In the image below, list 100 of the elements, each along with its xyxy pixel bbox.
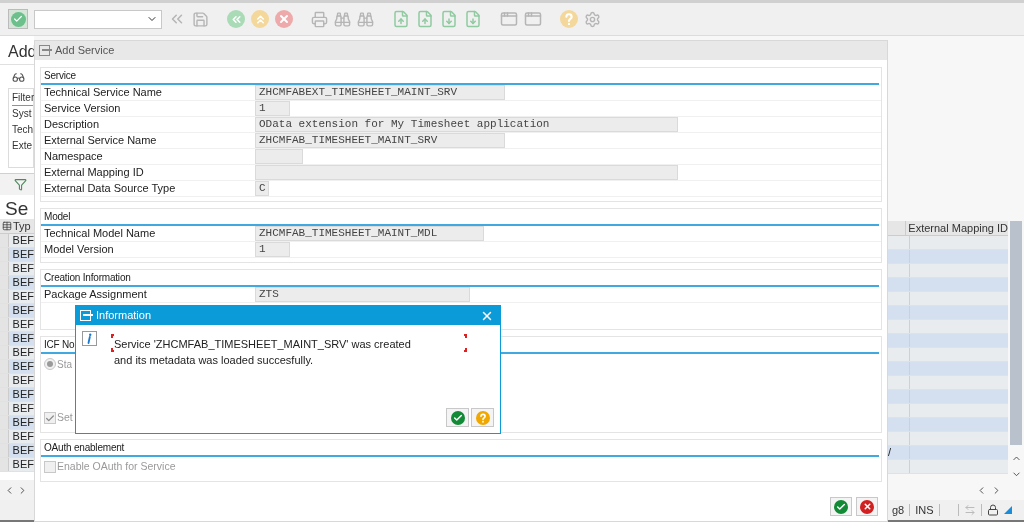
up-icon[interactable] [251,10,269,28]
input-field[interactable]: 1 [255,101,290,116]
column-header[interactable]: External Mapping ID [906,221,1008,235]
help-icon[interactable] [475,410,490,425]
glasses-icon[interactable] [12,71,25,84]
section-title: Service [44,69,76,83]
window-icon[interactable] [500,10,518,28]
section-title: OAuth enablement [44,441,125,455]
focus-corner [111,334,114,338]
save-icon[interactable] [192,10,209,28]
help-button[interactable] [471,408,494,427]
help-icon[interactable] [560,10,578,28]
input-field[interactable]: ZHCMFAB_TIMESHEET_MAINT_MDL [255,226,484,241]
check-icon[interactable] [450,410,465,425]
field-label: Service Version [43,101,122,117]
confirm-button[interactable] [446,408,469,427]
radio-label: Sta [57,357,72,372]
filter-icon[interactable] [14,178,27,191]
settings-icon[interactable] [584,10,601,28]
input-field[interactable]: C [255,181,269,196]
section-title: ICF No [44,338,75,352]
row-selector[interactable] [0,248,9,261]
window-menu-icon[interactable] [80,310,93,321]
row-selector[interactable] [0,360,9,373]
resize-grip-icon[interactable] [1003,506,1012,514]
row-selector[interactable] [0,402,9,415]
scrollbar[interactable] [1010,221,1022,445]
row-selector[interactable] [0,388,9,401]
message-text: Service 'ZHCMFAB_TIMESHEET_MAINT_SRV' was created [114,337,412,352]
field-label: Description [43,117,101,133]
row-selector[interactable] [0,290,9,303]
field-label: External Service Name [43,133,158,149]
checkbox-label: Set [57,410,73,426]
input-field[interactable]: ZTS [255,287,470,302]
table-cell: BEF [8,402,34,415]
table-cell: BEF [8,430,34,443]
page-up-icon[interactable] [392,10,410,28]
check-icon[interactable] [834,499,848,514]
swap-icon[interactable] [963,504,976,516]
table-cell: BEF [8,388,34,401]
field-label: Technical Service Name [43,85,163,101]
page-up-icon[interactable] [416,10,434,28]
row-selector[interactable] [0,374,9,387]
table-cell: BEF [8,304,34,317]
row-selector[interactable] [0,458,9,471]
row-selector[interactable] [0,318,9,331]
table-cell: BEF [8,234,34,247]
input-field[interactable]: OData extension for My Timesheet application [255,117,678,132]
table-cell: BEF [8,318,34,331]
row-selector[interactable] [0,430,9,443]
dialog-title: Add Service [55,43,115,59]
table-cell: BEF [8,360,34,373]
field-label: Tech [12,123,33,137]
row-selector[interactable] [0,416,9,429]
focus-corner [464,334,467,338]
close-icon[interactable] [860,499,874,514]
table-settings-icon[interactable] [2,221,12,231]
row-selector[interactable] [0,276,9,289]
input-field[interactable]: ZHCMFABEXT_TIMESHEET_MAINT_SRV [255,85,505,100]
table-cell: BEF [8,458,34,471]
table-cell: BEF [8,290,34,303]
field-label: Syst [12,107,33,121]
field-label: External Data Source Type [43,181,177,197]
section-title: Creation Information [44,271,131,285]
cancel-icon[interactable] [275,10,293,28]
column-header[interactable]: Typ [13,219,31,235]
input-field[interactable] [255,149,303,164]
focus-corner [111,348,114,352]
table-cell: BEF [8,444,34,457]
row-selector[interactable] [0,346,9,359]
field-label: Model Version [43,242,115,258]
info-icon [82,331,97,346]
row-selector[interactable] [0,304,9,317]
lock-icon[interactable] [986,504,999,516]
command-field[interactable] [34,9,162,29]
row-selector[interactable] [0,262,9,275]
field-label: Technical Model Name [43,226,157,242]
checkbox-label: Enable OAuth for Service [57,459,176,475]
confirm-button[interactable] [830,497,852,516]
row-selector[interactable] [0,444,9,457]
row-selector[interactable] [0,332,9,345]
window-icon[interactable] [524,10,542,28]
input-field[interactable]: ZHCMFAB_TIMESHEET_MAINT_SRV [255,133,505,148]
status-mode: INS [915,502,934,518]
status-session: g8 [892,502,905,518]
cancel-button[interactable] [856,497,878,516]
input-field[interactable]: 1 [255,242,290,257]
table-cell: BEF [8,332,34,345]
window-menu-icon[interactable] [39,45,52,56]
input-field[interactable] [255,165,678,180]
table-title: Se [5,198,29,219]
table-cell: BEF [8,262,34,275]
binoculars-icon[interactable] [334,10,351,28]
table-cell: BEF [8,248,34,261]
focus-corner [464,348,467,352]
page-down-icon[interactable] [464,10,482,28]
field-label: Namespace [43,149,104,165]
back-icon[interactable] [227,10,245,28]
page-down-icon[interactable] [440,10,458,28]
printer-icon[interactable] [311,10,328,28]
